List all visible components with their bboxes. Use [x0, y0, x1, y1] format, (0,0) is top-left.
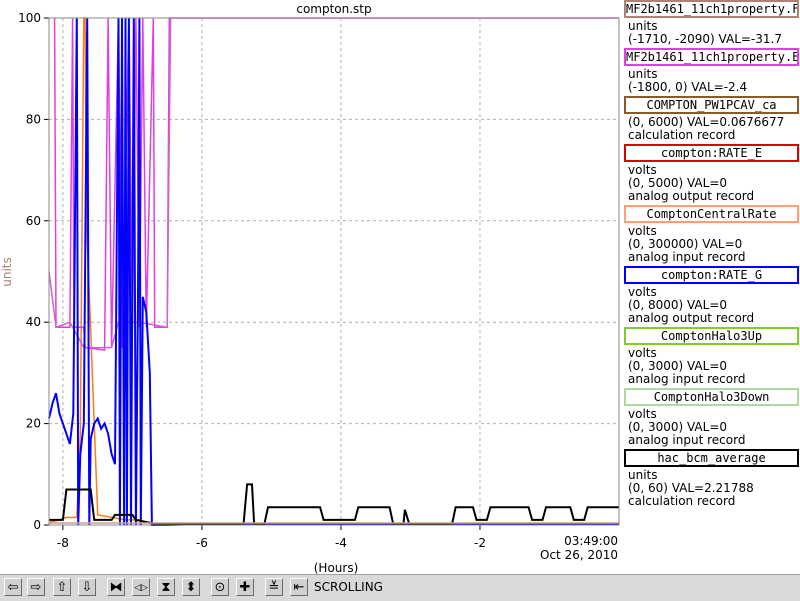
- legend-channel-name[interactable]: hac_bcm_average: [624, 449, 799, 467]
- scroll-right-button[interactable]: ⇨: [27, 578, 45, 596]
- legend-info-line: calculation record: [628, 494, 736, 508]
- y-tick-label: 100: [18, 11, 41, 25]
- chart-series: [48, 17, 619, 526]
- legend-info-line: analog output record: [628, 311, 755, 325]
- zoom-in-x-button[interactable]: ⧓: [107, 578, 125, 596]
- legend-panel: MF2b1461_11ch1property.F units (-1710, -20…: [622, 0, 800, 574]
- scroll-down-button[interactable]: ⇩: [78, 578, 96, 596]
- legend-info-line: analog output record: [628, 189, 755, 203]
- config-button[interactable]: ≚: [265, 578, 283, 596]
- x-tick-label: -2: [474, 536, 486, 550]
- y-tick-label: 20: [26, 417, 41, 431]
- series-line-5: [49, 483, 619, 525]
- autoscale-button[interactable]: ⊙: [211, 578, 229, 596]
- legend-info-line: (-1800, 0) VAL=-2.4: [628, 80, 748, 94]
- legend-info-line: analog input record: [628, 433, 746, 447]
- date-label: Oct 26, 2010: [540, 548, 618, 562]
- y-axis-label: units: [0, 257, 14, 287]
- y-tick-label: 60: [26, 214, 41, 228]
- x-axis: -8 -6 -4 -2: [57, 525, 486, 550]
- add-button[interactable]: ✚: [236, 578, 254, 596]
- legend-channel-name[interactable]: ComptonHalo3Down: [624, 388, 799, 406]
- legend-channel-name[interactable]: ComptonHalo3Up: [624, 327, 799, 345]
- y-tick-label: 0: [33, 518, 41, 532]
- y-tick-label: 80: [26, 112, 41, 126]
- scroll-up-button[interactable]: ⇧: [53, 578, 71, 596]
- zoom-in-y-button[interactable]: ⧗: [157, 578, 175, 596]
- legend-info-line: analog input record: [628, 250, 746, 264]
- zoom-out-y-button[interactable]: ⬍: [182, 578, 200, 596]
- legend-info-line: calculation record: [628, 128, 736, 142]
- legend-channel-name[interactable]: MF2b1461_11ch1property.E: [624, 48, 799, 66]
- time-label: 03:49:00: [564, 534, 618, 548]
- legend-info-line: analog input record: [628, 372, 746, 386]
- scroll-left-button[interactable]: ⇦: [4, 578, 22, 596]
- legend-channel-name[interactable]: COMPTON_PW1PCAV_ca: [624, 96, 799, 114]
- y-tick-label: 40: [26, 315, 41, 329]
- y-axis: 0 20 40 60 80 100: [18, 11, 49, 532]
- legend-info-line: (-1710, -2090) VAL=-31.7: [628, 32, 782, 46]
- x-tick-label: -6: [196, 536, 208, 550]
- x-tick-label: -8: [57, 536, 69, 550]
- legend-channel-name[interactable]: ComptonCentralRate: [624, 205, 799, 223]
- legend-channel-name[interactable]: compton:RATE_E: [624, 144, 799, 162]
- x-tick-label: -4: [335, 536, 347, 550]
- toolbar: ⇦ ⇨ ⇧ ⇩ ⧓ ◁▷ ⧗ ⬍ ⊙ ✚ ≚ ⇤ SCROLLING: [0, 574, 800, 601]
- legend-channel-name[interactable]: MF2b1461_11ch1property.F: [624, 0, 799, 18]
- strip-chart[interactable]: compton.stp 020406080100 -8 -6 -4 -2 units …: [0, 0, 620, 574]
- legend-channel-name[interactable]: compton:RATE_G: [624, 266, 799, 284]
- chart-title: compton.stp: [296, 2, 371, 16]
- scroll-mode-status: SCROLLING: [314, 580, 383, 594]
- zoom-out-x-button[interactable]: ◁▷: [132, 578, 150, 596]
- x-axis-label: (Hours): [314, 561, 359, 574]
- series-line-4: [48, 17, 619, 526]
- export-button[interactable]: ⇤: [290, 578, 308, 596]
